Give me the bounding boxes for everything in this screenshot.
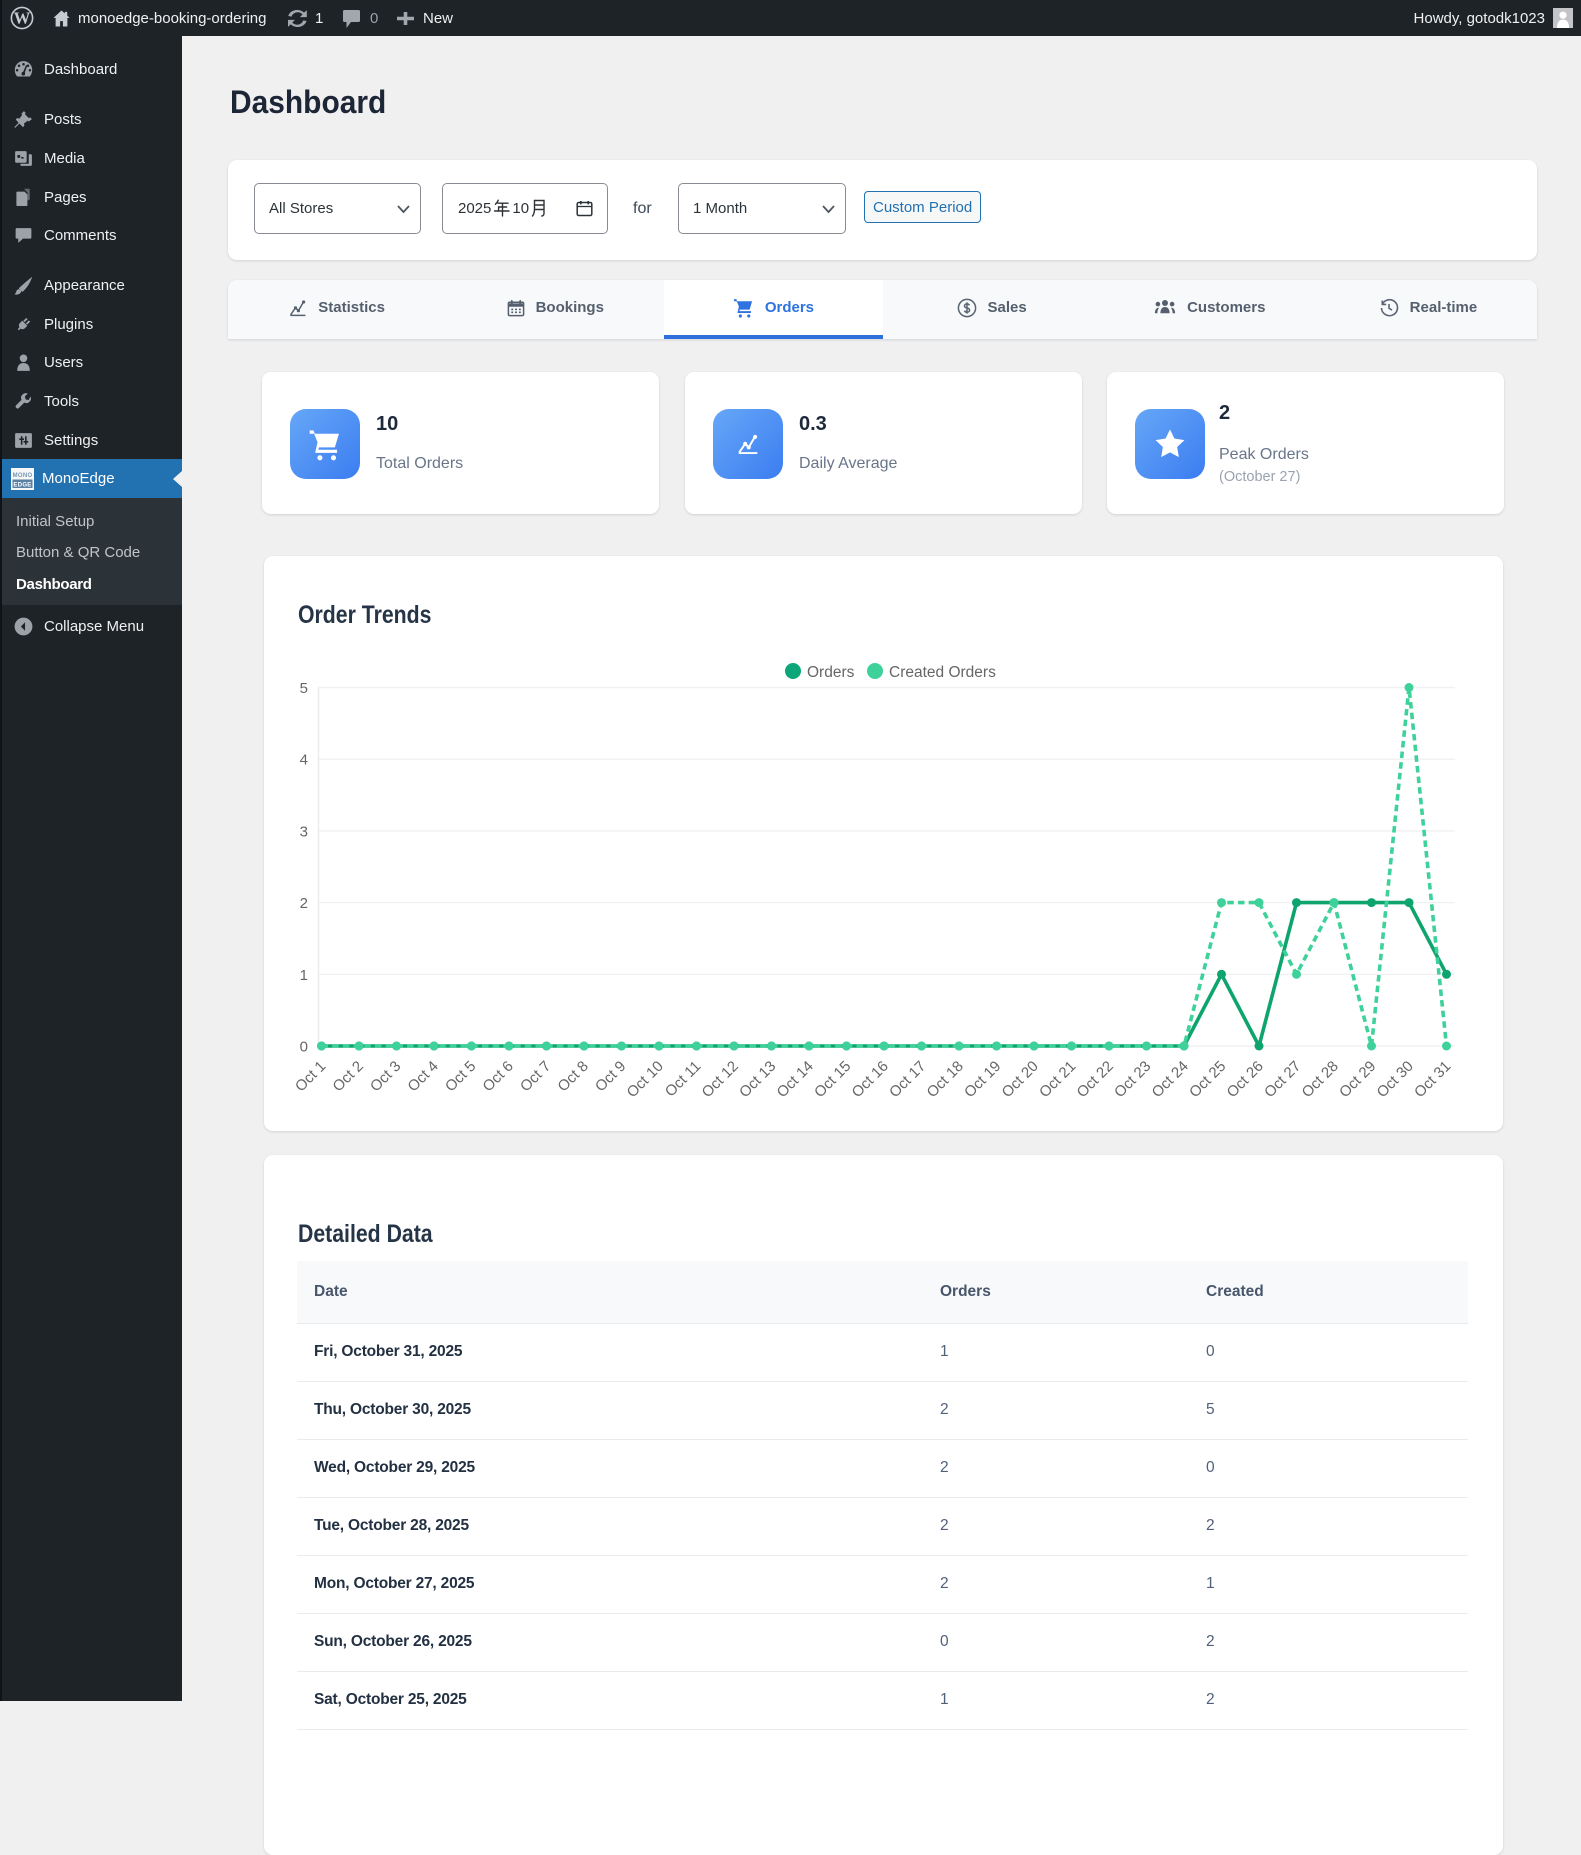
svg-text:Oct 14: Oct 14 <box>774 1058 817 1101</box>
svg-text:Oct 3: Oct 3 <box>367 1058 404 1095</box>
svg-text:Oct 23: Oct 23 <box>1111 1058 1154 1101</box>
svg-text:Oct 16: Oct 16 <box>849 1058 892 1101</box>
svg-text:Oct 22: Oct 22 <box>1074 1058 1117 1101</box>
svg-text:Oct 7: Oct 7 <box>517 1058 554 1095</box>
svg-text:W: W <box>14 9 31 28</box>
svg-text:Oct 17: Oct 17 <box>886 1058 929 1101</box>
svg-text:Oct 18: Oct 18 <box>924 1058 967 1101</box>
svg-text:EDGE: EDGE <box>13 483 31 489</box>
svg-text:Oct 20: Oct 20 <box>999 1058 1042 1101</box>
svg-text:Oct 1: Oct 1 <box>292 1058 329 1095</box>
svg-text:Oct 12: Oct 12 <box>699 1058 742 1101</box>
svg-text:Created Orders: Created Orders <box>889 664 996 681</box>
svg-text:5: 5 <box>300 680 308 697</box>
svg-text:Oct 15: Oct 15 <box>811 1058 854 1101</box>
svg-text:3: 3 <box>300 823 308 840</box>
svg-text:Oct 29: Oct 29 <box>1336 1058 1379 1101</box>
svg-text:Oct 31: Oct 31 <box>1411 1058 1454 1101</box>
svg-text:Oct 11: Oct 11 <box>662 1058 704 1100</box>
svg-text:Oct 25: Oct 25 <box>1186 1058 1229 1101</box>
svg-text:Oct 4: Oct 4 <box>404 1058 441 1095</box>
svg-text:1: 1 <box>300 967 308 984</box>
svg-text:Oct 6: Oct 6 <box>479 1058 516 1095</box>
svg-text:Orders: Orders <box>807 664 855 681</box>
svg-text:Oct 26: Oct 26 <box>1224 1058 1267 1101</box>
svg-text:Oct 30: Oct 30 <box>1374 1058 1417 1101</box>
svg-text:Oct 2: Oct 2 <box>329 1058 366 1095</box>
svg-text:Oct 8: Oct 8 <box>554 1058 591 1095</box>
svg-text:2: 2 <box>300 895 308 912</box>
svg-text:0: 0 <box>300 1039 308 1056</box>
svg-text:Oct 27: Oct 27 <box>1261 1058 1304 1101</box>
svg-text:Oct 28: Oct 28 <box>1299 1058 1342 1101</box>
svg-text:Oct 21: Oct 21 <box>1036 1058 1079 1101</box>
svg-text:MONO: MONO <box>13 473 33 479</box>
svg-text:Oct 13: Oct 13 <box>736 1058 779 1101</box>
svg-text:Oct 5: Oct 5 <box>442 1058 479 1095</box>
svg-text:Oct 24: Oct 24 <box>1149 1058 1192 1101</box>
svg-text:4: 4 <box>300 752 308 769</box>
svg-text:Oct 19: Oct 19 <box>961 1058 1004 1101</box>
svg-text:Oct 10: Oct 10 <box>624 1058 667 1101</box>
